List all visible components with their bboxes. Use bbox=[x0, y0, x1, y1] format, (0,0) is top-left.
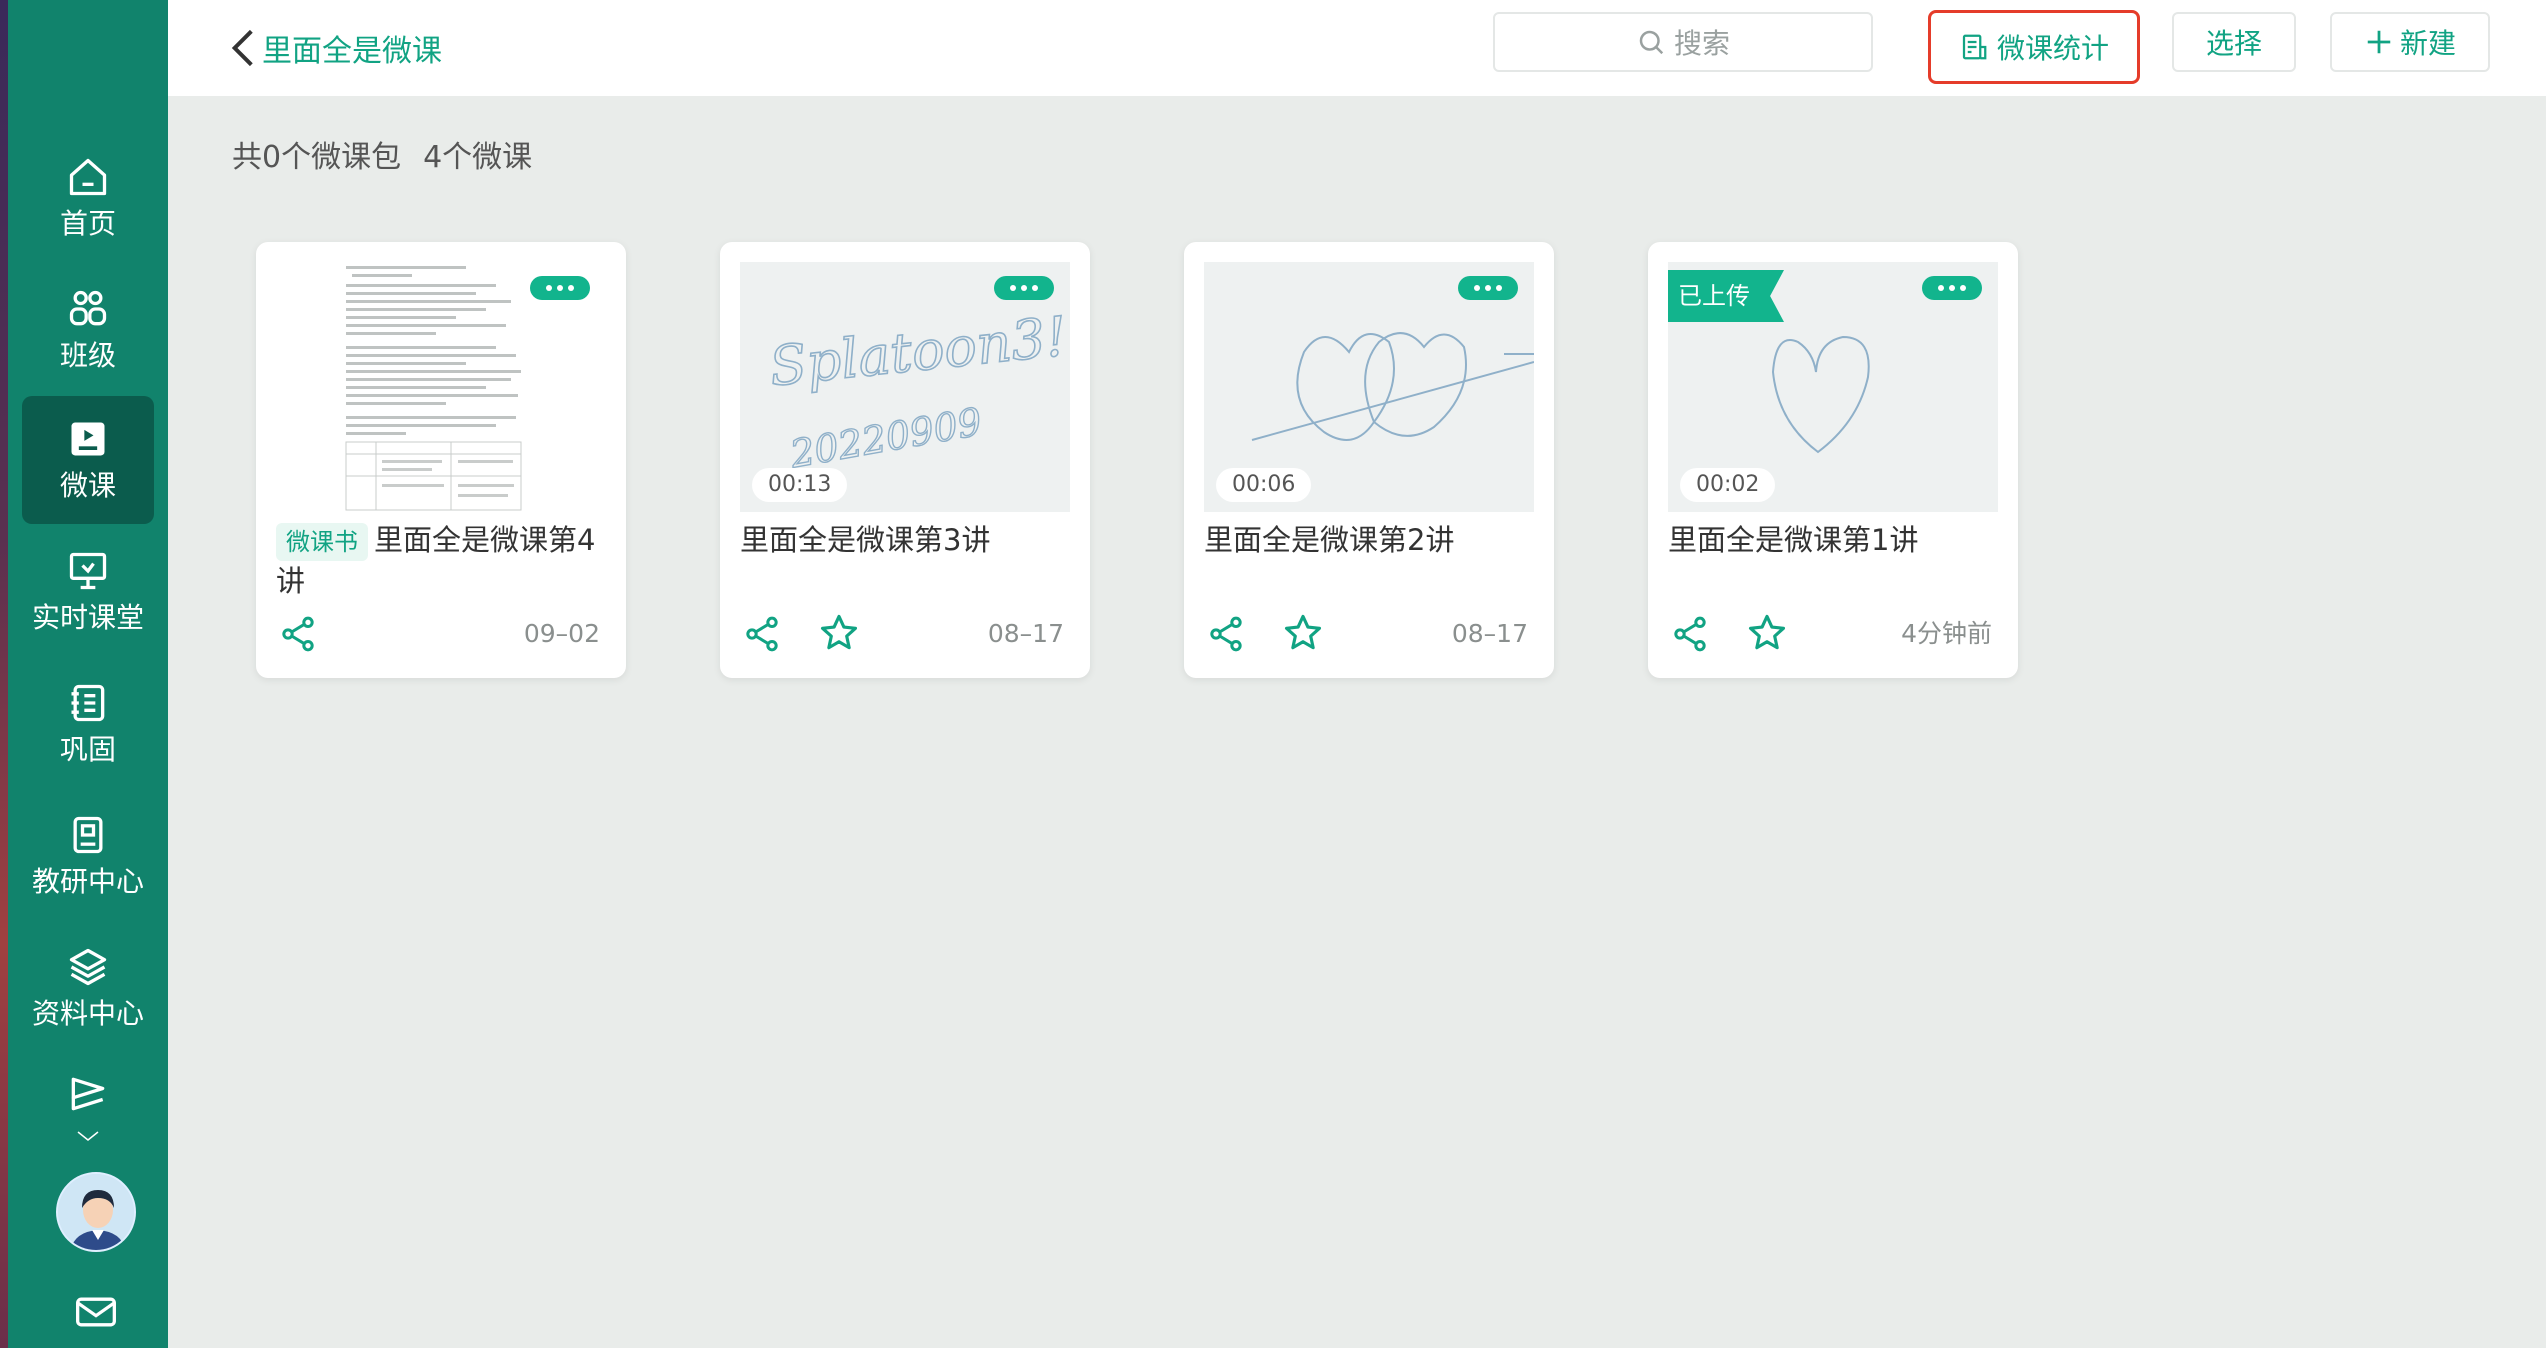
report-icon bbox=[1962, 34, 1987, 60]
mail-icon[interactable] bbox=[74, 1290, 118, 1334]
class-icon bbox=[69, 290, 107, 326]
lesson-count: 4个微课 bbox=[423, 140, 533, 175]
card-date: 08–17 bbox=[987, 619, 1064, 648]
sidebar-item-live-classroom[interactable]: 实时课堂 bbox=[22, 528, 154, 656]
card-date: 4分钟前 bbox=[1901, 619, 1992, 648]
microlesson-icon bbox=[71, 422, 105, 456]
card-title: 里面全是微课第1讲 bbox=[1668, 523, 1919, 557]
layers-icon bbox=[69, 948, 107, 986]
sidebar-item-class[interactable]: 班级 bbox=[22, 266, 154, 394]
microlesson-card[interactable]: 已上传 00:02 里面全是微课第1讲 4分钟前 bbox=[1648, 242, 2018, 678]
new-label: 新建 bbox=[2399, 27, 2456, 60]
card-title: 里面全是微课第2讲 bbox=[1204, 523, 1455, 557]
star-icon[interactable] bbox=[818, 612, 860, 654]
card-date: 09–02 bbox=[523, 619, 600, 648]
sidebar-item-research[interactable]: 教研中心 bbox=[22, 792, 154, 920]
send-icon bbox=[71, 1077, 105, 1111]
sidebar-label-research: 教研中心 bbox=[31, 865, 144, 898]
sidebar-item-consolidate[interactable]: 巩固 bbox=[22, 660, 154, 788]
handwriting-date: 20220909 bbox=[786, 399, 985, 476]
star-icon[interactable] bbox=[1282, 612, 1324, 654]
content-summary: 共0个微课包 4个微课 bbox=[232, 136, 532, 180]
microlesson-card[interactable]: Splatoon3! 20220909 00:13 里面全是微课第3讲 08–1… bbox=[720, 242, 1090, 678]
uploaded-badge: 已上传 bbox=[1668, 270, 1784, 322]
research-icon bbox=[73, 816, 103, 854]
sidebar-item-microlesson[interactable]: 微课 bbox=[22, 396, 154, 524]
more-options-button[interactable] bbox=[1922, 276, 1982, 300]
share-icon[interactable] bbox=[1670, 614, 1710, 654]
search-placeholder: 搜索 bbox=[1673, 27, 1730, 60]
share-icon[interactable] bbox=[742, 614, 782, 654]
video-duration: 00:02 bbox=[1680, 468, 1776, 502]
video-duration: 00:06 bbox=[1216, 468, 1312, 502]
home-icon bbox=[69, 158, 107, 196]
sidebar-more[interactable] bbox=[60, 1072, 116, 1172]
card-thumbnail bbox=[276, 262, 606, 512]
avatar[interactable] bbox=[56, 1172, 136, 1252]
folder-title: 里面全是微课 bbox=[262, 34, 442, 69]
share-icon[interactable] bbox=[1206, 614, 1246, 654]
card-title: 里面全是微课第3讲 bbox=[740, 523, 991, 557]
sidebar-item-resources[interactable]: 资料中心 bbox=[22, 924, 154, 1052]
sidebar-label-consolidate: 巩固 bbox=[59, 733, 116, 766]
back-button[interactable]: 里面全是微课 bbox=[230, 22, 442, 74]
new-button[interactable]: 新建 bbox=[2330, 12, 2490, 72]
star-icon[interactable] bbox=[1746, 612, 1788, 654]
plus-icon bbox=[2367, 30, 2391, 54]
sidebar-label-resources: 资料中心 bbox=[31, 997, 144, 1030]
microlesson-stats-button[interactable]: 微课统计 bbox=[1928, 10, 2140, 84]
top-bar: 里面全是微课 搜索 微课统计 选择 新建 bbox=[168, 0, 2546, 96]
microbook-tag: 微课书 bbox=[276, 523, 368, 561]
microlesson-stats-label: 微课统计 bbox=[1996, 32, 2109, 65]
sidebar-label-live-classroom: 实时课堂 bbox=[31, 601, 144, 634]
package-count: 共0个微课包 bbox=[232, 140, 402, 175]
share-icon[interactable] bbox=[278, 614, 318, 654]
sidebar-label-home: 首页 bbox=[59, 207, 116, 240]
card-thumbnail: Splatoon3! 20220909 00:13 bbox=[740, 262, 1070, 512]
sidebar: 首页 班级 微课 实时课堂 巩固 教研中心 资料中心 bbox=[8, 0, 168, 1348]
card-thumbnail: 00:06 bbox=[1204, 262, 1534, 512]
select-label: 选择 bbox=[2205, 27, 2262, 60]
chevron-down-icon bbox=[77, 1131, 99, 1141]
video-duration: 00:13 bbox=[752, 468, 848, 502]
card-thumbnail: 已上传 00:02 bbox=[1668, 262, 1998, 512]
desktop-edge bbox=[0, 0, 8, 1348]
notebook-icon bbox=[71, 684, 105, 722]
sidebar-label-class: 班级 bbox=[59, 339, 116, 372]
more-options-button[interactable] bbox=[994, 276, 1054, 300]
chevron-left-icon bbox=[231, 29, 253, 67]
avatar-image bbox=[58, 1174, 134, 1250]
sidebar-label-microlesson: 微课 bbox=[59, 469, 116, 502]
more-options-button[interactable] bbox=[1458, 276, 1518, 300]
card-title-block: 微课书 里面全是微课第4讲 bbox=[276, 520, 616, 601]
search-icon bbox=[1639, 30, 1664, 55]
sidebar-item-home[interactable]: 首页 bbox=[22, 134, 154, 262]
select-button[interactable]: 选择 bbox=[2172, 12, 2296, 72]
microlesson-card[interactable]: 微课书 里面全是微课第4讲 09–02 bbox=[256, 242, 626, 678]
card-date: 08–17 bbox=[1451, 619, 1528, 648]
search-input[interactable]: 搜索 bbox=[1493, 12, 1873, 72]
more-options-button[interactable] bbox=[530, 276, 590, 300]
live-classroom-icon bbox=[69, 552, 107, 590]
handwriting-text: Splatoon3! bbox=[767, 305, 1070, 399]
microlesson-card[interactable]: 00:06 里面全是微课第2讲 08–17 bbox=[1184, 242, 1554, 678]
